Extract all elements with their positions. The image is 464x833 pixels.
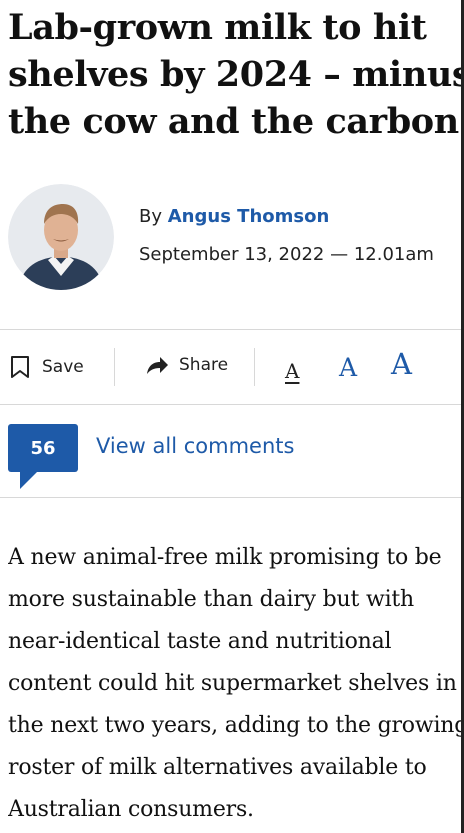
share-arrow-icon xyxy=(147,357,168,374)
headline-line: the cow and the carbon xyxy=(8,101,459,142)
body-line: content could hit supermarket shelves in xyxy=(8,671,457,696)
author-photo xyxy=(8,184,114,290)
byline: By Angus Thomson xyxy=(139,206,329,227)
save-label: Save xyxy=(42,357,84,377)
share-button[interactable]: Share xyxy=(146,355,228,375)
toolbar-separator xyxy=(254,348,255,386)
author-avatar[interactable] xyxy=(8,184,114,290)
divider xyxy=(0,329,464,330)
bookmark-icon xyxy=(11,356,29,378)
font-size-medium-button[interactable]: A xyxy=(339,355,357,380)
author-link[interactable]: Angus Thomson xyxy=(168,206,330,227)
body-line: A new animal-free milk promising to be xyxy=(8,545,442,570)
font-size-large-button[interactable]: A xyxy=(391,350,412,379)
body-line: more sustainable than dairy but with xyxy=(8,587,415,612)
article-headline: Lab-grown milk to hit shelves by 2024 – … xyxy=(8,4,464,145)
view-all-comments-link[interactable]: View all comments xyxy=(96,434,294,458)
body-line: the next two years, adding to the growin… xyxy=(8,713,464,738)
font-size-small-button[interactable]: A xyxy=(285,361,299,381)
divider xyxy=(0,404,464,405)
headline-line: Lab-grown milk to hit xyxy=(8,7,427,48)
body-line: roster of milk alternatives available to xyxy=(8,755,427,780)
comment-bubble-tail xyxy=(20,471,38,489)
divider xyxy=(0,497,464,498)
comment-count-badge[interactable]: 56 xyxy=(8,424,78,472)
share-label: Share xyxy=(179,355,229,375)
headline-line: shelves by 2024 – minus xyxy=(8,54,464,95)
byline-prefix: By xyxy=(139,206,163,227)
body-line: Australian consumers. xyxy=(8,797,254,822)
publish-date: September 13, 2022 — 12.01am xyxy=(139,244,434,265)
toolbar-separator xyxy=(114,348,115,386)
body-line: near-identical taste and nutritional xyxy=(8,629,392,654)
save-button[interactable]: Save xyxy=(10,355,84,379)
article-body: A new animal-free milk promising to be m… xyxy=(8,537,464,831)
